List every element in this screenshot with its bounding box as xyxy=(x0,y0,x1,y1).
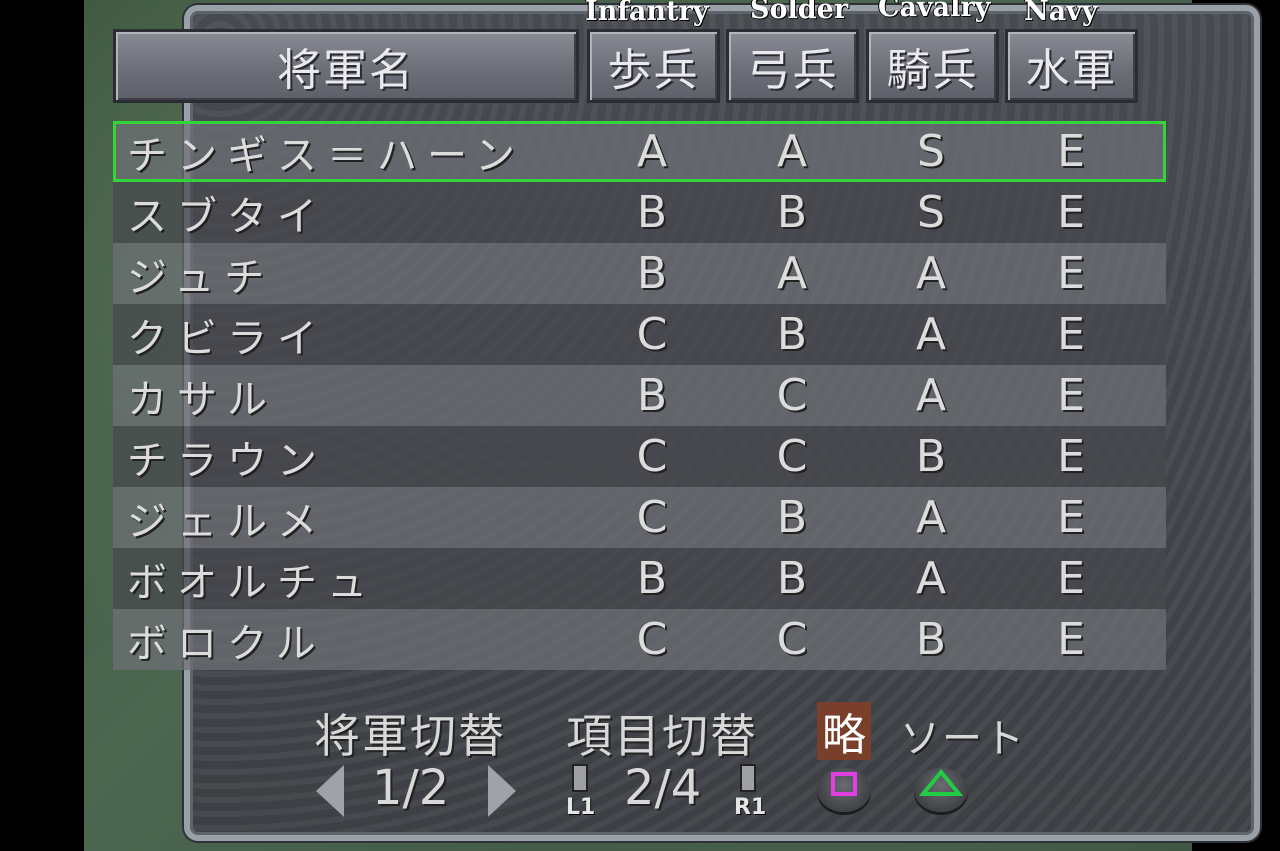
cavalry-grade: A xyxy=(915,248,947,299)
header-cavalry[interactable]: 騎兵 xyxy=(866,29,999,103)
header-navy[interactable]: 水軍 xyxy=(1005,29,1138,103)
cavalry-grade: A xyxy=(915,553,947,604)
table-row[interactable]: クビライ C B A E xyxy=(113,304,1166,365)
general-name: チラウン xyxy=(127,437,327,484)
l1-button-icon[interactable] xyxy=(572,764,588,792)
general-name: クビライ xyxy=(127,315,327,362)
header-general-name[interactable]: 将軍名 xyxy=(113,29,579,103)
cavalry-grade: B xyxy=(915,614,947,665)
table-row[interactable]: チンギス＝ハーン A A S E xyxy=(113,121,1166,182)
archer-grade: B xyxy=(776,309,808,360)
table-row[interactable]: ジェルメ C B A E xyxy=(113,487,1166,548)
general-name: カサル xyxy=(127,376,277,423)
table-row[interactable]: スブタイ B B S E xyxy=(113,182,1166,243)
triangle-button-icon[interactable] xyxy=(914,768,968,812)
infantry-grade: C xyxy=(636,309,668,360)
infantry-grade: B xyxy=(636,248,668,299)
navy-grade: E xyxy=(1057,248,1085,299)
general-name: スブタイ xyxy=(127,193,327,240)
cavalry-grade: S xyxy=(917,187,945,238)
navy-grade: E xyxy=(1057,370,1085,421)
infantry-grade: B xyxy=(636,370,668,421)
header-infantry[interactable]: 歩兵 xyxy=(587,29,720,103)
abbreviate-toggle[interactable]: 略 xyxy=(817,702,871,761)
table-row[interactable]: カサル B C A E xyxy=(113,365,1166,426)
prev-page-arrow-icon[interactable] xyxy=(316,765,344,817)
header-archer[interactable]: 弓兵 xyxy=(726,29,859,103)
navy-grade: E xyxy=(1057,492,1085,543)
navy-grade: E xyxy=(1057,431,1085,482)
label-solder: Solder xyxy=(750,0,849,25)
infantry-grade: B xyxy=(636,187,668,238)
general-name: チンギス＝ハーン xyxy=(127,132,525,179)
infantry-grade: C xyxy=(636,431,668,482)
navy-grade: E xyxy=(1057,553,1085,604)
item-page-indicator: 2/4 xyxy=(624,760,702,816)
archer-grade: C xyxy=(776,370,808,421)
archer-grade: B xyxy=(776,492,808,543)
cavalry-grade: A xyxy=(915,370,947,421)
table-row[interactable]: ジュチ B A A E xyxy=(113,243,1166,304)
table-row[interactable]: ボオルチュ B B A E xyxy=(113,548,1166,609)
infantry-grade: A xyxy=(636,126,668,177)
general-list: チンギス＝ハーン A A S E スブタイ B B S E ジュチ B A A … xyxy=(113,121,1166,670)
navy-grade: E xyxy=(1057,614,1085,665)
label-infantry: Infantry xyxy=(585,0,709,27)
square-symbol-icon xyxy=(831,772,857,796)
label-cavalry: Cavalry xyxy=(878,0,991,23)
triangle-symbol-icon xyxy=(918,768,964,796)
general-name: ジェルメ xyxy=(127,498,327,545)
archer-grade: C xyxy=(776,431,808,482)
infantry-grade: C xyxy=(636,614,668,665)
archer-grade: B xyxy=(776,553,808,604)
archer-grade: A xyxy=(776,248,808,299)
general-switch-label: 将軍切替 xyxy=(314,709,506,763)
cavalry-grade: A xyxy=(915,492,947,543)
table-row[interactable]: チラウン C C B E xyxy=(113,426,1166,487)
general-name: ジュチ xyxy=(127,254,275,301)
l1-label: L1 xyxy=(566,795,596,820)
sort-label: ソート xyxy=(900,716,1026,762)
r1-button-icon[interactable] xyxy=(740,764,756,792)
square-button-icon[interactable] xyxy=(817,768,871,812)
navy-grade: E xyxy=(1057,309,1085,360)
navy-grade: E xyxy=(1057,126,1085,177)
cavalry-grade: B xyxy=(915,431,947,482)
cavalry-grade: A xyxy=(915,309,947,360)
cavalry-grade: S xyxy=(917,126,945,177)
next-page-arrow-icon[interactable] xyxy=(488,765,516,817)
general-name: ボロクル xyxy=(127,620,326,667)
r1-label: R1 xyxy=(734,795,767,820)
label-navy: Navy xyxy=(1024,0,1098,27)
table-row[interactable]: ボロクル C C B E xyxy=(113,609,1166,670)
general-name: ボオルチュ xyxy=(127,559,377,606)
item-switch-label: 項目切替 xyxy=(566,709,758,763)
general-page-indicator: 1/2 xyxy=(372,760,450,816)
archer-grade: C xyxy=(776,614,808,665)
archer-grade: A xyxy=(776,126,808,177)
infantry-grade: C xyxy=(636,492,668,543)
navy-grade: E xyxy=(1057,187,1085,238)
archer-grade: B xyxy=(776,187,808,238)
infantry-grade: B xyxy=(636,553,668,604)
